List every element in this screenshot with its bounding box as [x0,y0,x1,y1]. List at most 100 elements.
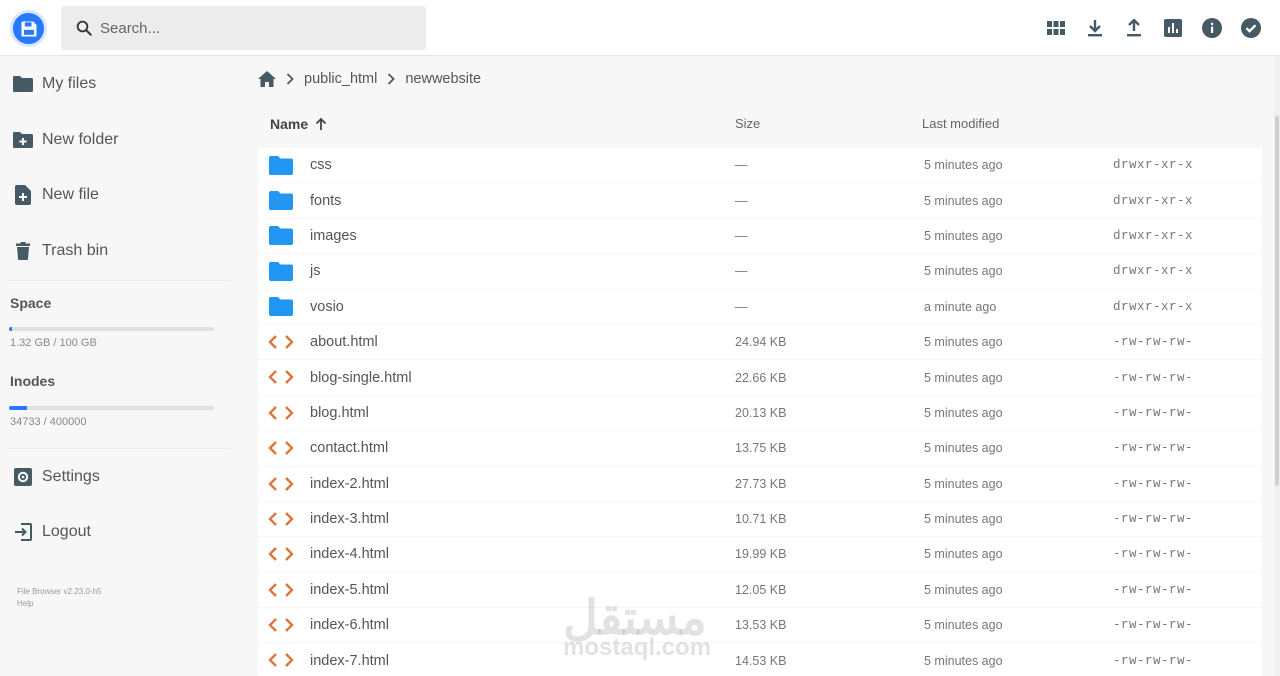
file-list: css — 5 minutes ago drwxr-xr-x fonts — 5 minut… [258,148,1262,676]
file-size: 10.71 KB [735,512,787,527]
search-icon [73,17,95,39]
file-name: js [310,263,321,280]
file-size: — [735,193,748,208]
file-row[interactable]: contact.html 13.75 KB 5 minutes ago -rw-rw-… [258,431,1262,466]
file-row[interactable]: fonts — 5 minutes ago drwxr-xr-x [258,183,1262,218]
file-row[interactable]: about.html 24.94 KB 5 minutes ago -rw-rw-rw… [258,324,1262,360]
file-size: — [735,228,748,243]
file-modified: 5 minutes ago [924,228,1003,243]
version-link[interactable]: File Browser v2.23.0-h5 [17,586,101,598]
folder-plus-icon [12,129,34,151]
column-name-label: Name [270,116,309,132]
inodes-progress-fill [9,406,27,410]
download-icon[interactable] [1084,14,1106,42]
sidebar-item-label: My files [42,75,97,92]
file-name: index-6.html [310,617,389,634]
sidebar-item-new-folder[interactable]: New folder [0,116,230,164]
file-permissions: -rw-rw-rw- [1113,405,1194,420]
sidebar-item-logout[interactable]: Logout [0,508,230,556]
sidebar-item-my-files[interactable]: My files [0,60,230,108]
sidebar-item-trash-bin[interactable]: Trash bin [0,227,230,275]
file-row[interactable]: index-3.html 10.71 KB 5 minutes ago -rw-rw-… [258,501,1262,537]
file-row[interactable]: index-5.html 12.05 KB 5 minutes ago -rw-rw-… [258,572,1262,608]
file-row[interactable]: index-6.html 13.53 KB 5 minutes ago -rw-rw-… [258,608,1262,643]
trash-icon [12,240,34,262]
file-permissions: -rw-rw-rw- [1113,335,1194,350]
file-modified: 5 minutes ago [924,653,1003,668]
file-row[interactable]: index-2.html 27.73 KB 5 minutes ago -rw-rw-… [258,466,1262,501]
help-link[interactable]: Help [17,598,101,610]
file-modified: 5 minutes ago [924,547,1003,562]
folder-icon [268,154,294,176]
file-modified: 5 minutes ago [924,158,1003,173]
file-permissions: drwxr-xr-x [1113,264,1194,279]
file-permissions: -rw-rw-rw- [1113,653,1194,668]
file-size: — [735,264,748,279]
file-name: blog-single.html [310,369,412,386]
sidebar-item-new-file[interactable]: New file [0,171,230,219]
file-modified: 5 minutes ago [924,582,1003,597]
home-icon[interactable] [258,71,276,87]
file-row[interactable]: index-7.html 14.53 KB 5 minutes ago -rw-rw-… [258,643,1262,676]
file-modified: 5 minutes ago [924,405,1003,420]
file-name: blog.html [310,404,369,421]
chevron-right-icon [286,73,294,85]
search-box[interactable] [61,6,426,50]
file-name: index-4.html [310,546,389,563]
grid-view-icon[interactable] [1045,14,1067,42]
file-modified: 5 minutes ago [924,193,1003,208]
file-plus-icon [12,184,34,206]
file-modified: 5 minutes ago [924,335,1003,350]
sidebar-item-label: Settings [42,468,100,485]
check-circle-icon[interactable] [1240,14,1262,42]
breadcrumb-item[interactable]: public_html [304,71,377,87]
inodes-progress-bar [9,406,214,410]
file-permissions: -rw-rw-rw- [1113,618,1194,633]
code-file-icon [268,402,294,424]
file-modified: 5 minutes ago [924,476,1003,491]
file-modified: 5 minutes ago [924,370,1003,385]
file-permissions: drwxr-xr-x [1113,158,1194,173]
file-size: — [735,158,748,173]
file-row[interactable]: index-4.html 19.99 KB 5 minutes ago -rw-rw-… [258,537,1262,572]
file-modified: 5 minutes ago [924,512,1003,527]
file-name: fonts [310,192,342,209]
sidebar-item-settings[interactable]: Settings [0,453,230,501]
code-file-icon [268,543,294,565]
file-row[interactable]: css — 5 minutes ago drwxr-xr-x [258,148,1262,183]
chart-icon[interactable] [1162,14,1184,42]
breadcrumb-item[interactable]: newwebsite [405,71,481,87]
scrollbar[interactable] [1274,56,1280,676]
folder-icon [268,296,294,318]
sort-by-modified[interactable]: Last modified [922,116,999,131]
app-logo-icon[interactable] [10,10,47,47]
sidebar-item-label: New folder [42,131,119,148]
folder-icon [268,260,294,282]
space-progress-bar [9,327,214,331]
file-row[interactable]: blog.html 20.13 KB 5 minutes ago -rw-rw-rw- [258,395,1262,431]
file-name: index-5.html [310,581,389,598]
file-row[interactable]: js — 5 minutes ago drwxr-xr-x [258,254,1262,289]
file-row[interactable]: images — 5 minutes ago drwxr-xr-x [258,218,1262,254]
scrollbar-thumb[interactable] [1275,116,1279,486]
file-modified: a minute ago [924,299,997,314]
sort-by-name[interactable]: Name [270,116,327,132]
code-file-icon [268,473,294,495]
search-input[interactable] [100,19,400,37]
upload-icon[interactable] [1123,14,1145,42]
info-icon[interactable] [1201,14,1223,42]
space-usage-text: 1.32 GB / 100 GB [10,337,97,349]
watermark: مستقل mostaql.com [563,590,723,662]
top-bar [0,0,1280,56]
sidebar-divider [8,448,230,449]
file-modified: 5 minutes ago [924,618,1003,633]
file-permissions: -rw-rw-rw- [1113,512,1194,527]
file-size: — [735,299,748,314]
file-row[interactable]: blog-single.html 22.66 KB 5 minutes ago -rw… [258,360,1262,395]
sort-by-size[interactable]: Size [735,116,760,131]
file-modified: 5 minutes ago [924,264,1003,279]
file-name: css [310,157,332,174]
file-size: 12.05 KB [735,582,787,597]
file-row[interactable]: vosio — a minute ago drwxr-xr-x [258,289,1262,324]
folder-icon [268,189,294,211]
